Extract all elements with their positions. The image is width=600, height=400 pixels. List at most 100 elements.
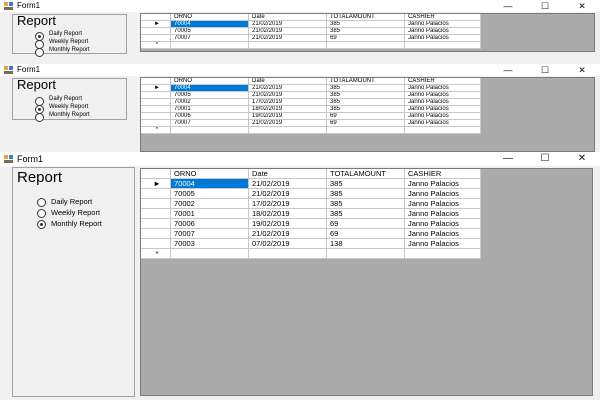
new-row-cell[interactable] [249, 249, 327, 259]
grid-cell-date[interactable]: 17/02/2019 [249, 99, 327, 106]
new-row-cell[interactable] [327, 42, 405, 49]
column-header-cashier[interactable]: CASHIER [405, 169, 481, 179]
grid-cell-date[interactable]: 21/02/2019 [249, 35, 327, 42]
grid-cell-orno[interactable]: 70002 [171, 99, 249, 106]
grid-cell-date[interactable]: 21/02/2019 [249, 229, 327, 239]
grid-cell-cashier[interactable]: Janno Palacios [405, 199, 481, 209]
grid-cell-date[interactable]: 21/02/2019 [249, 21, 327, 28]
grid-cell-cashier[interactable]: Janno Palacios [405, 21, 481, 28]
grid-cell-orno[interactable]: 70004 [171, 21, 249, 28]
grid-cell-date[interactable]: 21/02/2019 [249, 28, 327, 35]
grid-corner-header[interactable] [141, 78, 171, 85]
row-header[interactable] [141, 106, 171, 113]
new-row-cell[interactable] [405, 127, 481, 134]
close-button[interactable]: ✕ [564, 0, 600, 12]
column-header-date[interactable]: Date [249, 169, 327, 179]
row-header[interactable] [141, 239, 171, 249]
grid-cell-orno[interactable]: 70007 [171, 120, 249, 127]
grid-cell-totalamount[interactable]: 385 [327, 21, 405, 28]
new-row-cell[interactable] [171, 42, 249, 49]
column-header-cashier[interactable]: CASHIER [405, 78, 481, 85]
row-header[interactable]: ► [141, 179, 171, 189]
orders-data-grid[interactable]: ORNO Date TOTALAMOUNT CASHIER ► 70004 21/02/20… [140, 13, 595, 52]
new-row-cell[interactable] [327, 249, 405, 259]
grid-cell-totalamount[interactable]: 385 [327, 199, 405, 209]
new-row-header[interactable]: * [141, 249, 171, 259]
row-header[interactable] [141, 219, 171, 229]
grid-cell-date[interactable]: 07/02/2019 [249, 239, 327, 249]
orders-data-grid[interactable]: ORNO Date TOTALAMOUNT CASHIER ► 70004 21/02/20… [140, 168, 593, 396]
maximize-button[interactable]: ☐ [527, 152, 563, 166]
close-button[interactable]: ✕ [564, 64, 600, 76]
grid-corner-header[interactable] [141, 169, 171, 179]
new-row-cell[interactable] [171, 249, 249, 259]
minimize-button[interactable]: — [490, 64, 526, 76]
grid-cell-orno[interactable]: 70002 [171, 199, 249, 209]
grid-cell-cashier[interactable]: Janno Palacios [405, 92, 481, 99]
grid-cell-cashier[interactable]: Janno Palacios [405, 28, 481, 35]
grid-cell-date[interactable]: 21/02/2019 [249, 120, 327, 127]
new-row-cell[interactable] [249, 42, 327, 49]
grid-cell-totalamount[interactable]: 385 [327, 99, 405, 106]
grid-cell-cashier[interactable]: Janno Palacios [405, 189, 481, 199]
grid-cell-orno[interactable]: 70007 [171, 35, 249, 42]
grid-cell-date[interactable]: 18/02/2019 [249, 106, 327, 113]
grid-cell-cashier[interactable]: Janno Palacios [405, 120, 481, 127]
grid-cell-date[interactable]: 21/02/2019 [249, 189, 327, 199]
new-row-header[interactable]: * [141, 42, 171, 49]
row-header[interactable]: ► [141, 85, 171, 92]
column-header-totalamount[interactable]: TOTALAMOUNT [327, 169, 405, 179]
close-button[interactable]: ✕ [564, 152, 600, 166]
column-header-orno[interactable]: ORNO [171, 169, 249, 179]
row-header[interactable] [141, 28, 171, 35]
grid-cell-totalamount[interactable]: 69 [327, 35, 405, 42]
grid-cell-totalamount[interactable]: 69 [327, 120, 405, 127]
column-header-orno[interactable]: ORNO [171, 14, 249, 21]
grid-cell-orno[interactable]: 70005 [171, 92, 249, 99]
column-header-date[interactable]: Date [249, 78, 327, 85]
grid-cell-orno[interactable]: 70004 [171, 85, 249, 92]
grid-cell-orno[interactable]: 70004 [171, 179, 249, 189]
maximize-button[interactable]: ☐ [527, 64, 563, 76]
grid-cell-orno[interactable]: 70001 [171, 209, 249, 219]
grid-cell-date[interactable]: 18/02/2019 [249, 209, 327, 219]
grid-cell-totalamount[interactable]: 69 [327, 113, 405, 120]
row-header[interactable] [141, 120, 171, 127]
grid-cell-cashier[interactable]: Janno Palacios [405, 179, 481, 189]
grid-cell-cashier[interactable]: Janno Palacios [405, 99, 481, 106]
grid-cell-cashier[interactable]: Janno Palacios [405, 239, 481, 249]
row-header[interactable] [141, 199, 171, 209]
grid-cell-totalamount[interactable]: 385 [327, 189, 405, 199]
grid-cell-orno[interactable]: 70005 [171, 189, 249, 199]
grid-cell-cashier[interactable]: Janno Palacios [405, 219, 481, 229]
row-header[interactable] [141, 113, 171, 120]
grid-cell-totalamount[interactable]: 385 [327, 106, 405, 113]
grid-cell-cashier[interactable]: Janno Palacios [405, 113, 481, 120]
grid-cell-orno[interactable]: 70007 [171, 229, 249, 239]
column-header-totalamount[interactable]: TOTALAMOUNT [327, 14, 405, 21]
new-row-cell[interactable] [405, 249, 481, 259]
grid-cell-orno[interactable]: 70006 [171, 219, 249, 229]
grid-cell-totalamount[interactable]: 69 [327, 219, 405, 229]
grid-cell-totalamount[interactable]: 385 [327, 28, 405, 35]
grid-cell-orno[interactable]: 70001 [171, 106, 249, 113]
grid-corner-header[interactable] [141, 14, 171, 21]
new-row-cell[interactable] [327, 127, 405, 134]
grid-cell-totalamount[interactable]: 138 [327, 239, 405, 249]
grid-cell-totalamount[interactable]: 385 [327, 209, 405, 219]
new-row-cell[interactable] [171, 127, 249, 134]
column-header-cashier[interactable]: CASHIER [405, 14, 481, 21]
grid-cell-cashier[interactable]: Janno Palacios [405, 35, 481, 42]
row-header[interactable] [141, 92, 171, 99]
grid-cell-cashier[interactable]: Janno Palacios [405, 106, 481, 113]
grid-cell-date[interactable]: 21/02/2019 [249, 179, 327, 189]
grid-cell-cashier[interactable]: Janno Palacios [405, 85, 481, 92]
column-header-orno[interactable]: ORNO [171, 78, 249, 85]
grid-cell-date[interactable]: 19/02/2019 [249, 219, 327, 229]
grid-cell-date[interactable]: 21/02/2019 [249, 85, 327, 92]
grid-cell-cashier[interactable]: Janno Palacios [405, 209, 481, 219]
row-header[interactable] [141, 229, 171, 239]
grid-cell-date[interactable]: 19/02/2019 [249, 113, 327, 120]
maximize-button[interactable]: ☐ [527, 0, 563, 12]
grid-cell-totalamount[interactable]: 385 [327, 85, 405, 92]
